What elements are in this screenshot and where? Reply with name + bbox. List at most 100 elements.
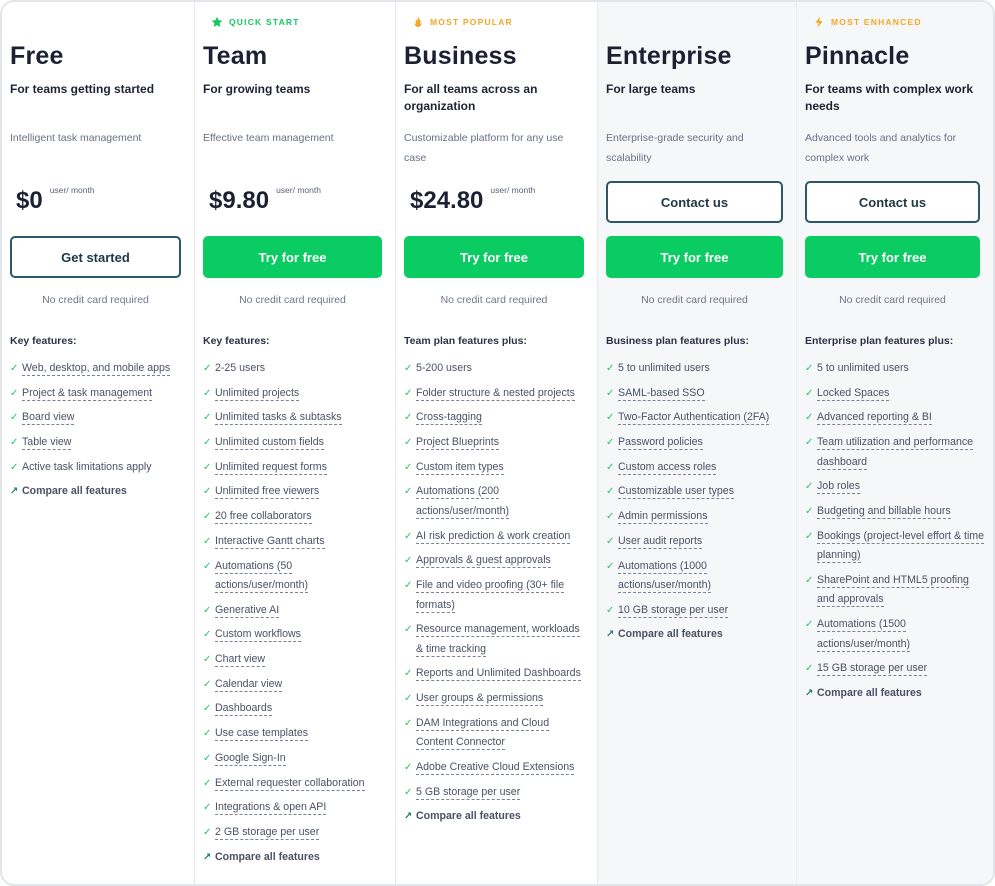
feature-item[interactable]: ✓ Adobe Creative Cloud Extensions	[404, 758, 589, 778]
feature-item[interactable]: ✓ 20 free collaborators	[203, 507, 387, 527]
feature-label[interactable]: Approvals & guest approvals	[416, 554, 551, 569]
feature-label[interactable]: AI risk prediction & work creation	[416, 529, 571, 544]
feature-label[interactable]: Cross-tagging	[416, 411, 482, 426]
feature-item[interactable]: ✓ External requester collaboration	[203, 774, 387, 794]
feature-label[interactable]: File and video proofing (30+ file format…	[416, 579, 565, 613]
feature-item[interactable]: ✓ Resource management, workloads & time t…	[404, 620, 589, 659]
compare-all-features-link[interactable]: ↗ Compare all features	[203, 848, 387, 868]
feature-item[interactable]: ✓ DAM Integrations and Cloud Content Conn…	[404, 714, 589, 753]
feature-label[interactable]: Web, desktop, and mobile apps	[22, 362, 171, 376]
try-for-free-button[interactable]: Try for free	[606, 236, 783, 278]
feature-item[interactable]: ✓ Customizable user types	[606, 482, 788, 502]
feature-label[interactable]: SharePoint and HTML5 proofing and approv…	[817, 573, 969, 608]
feature-label[interactable]: Automations (50 actions/user/month)	[215, 559, 309, 593]
feature-label[interactable]: Customizable user types	[618, 485, 734, 500]
feature-item[interactable]: ✓ Project & task management	[10, 384, 186, 404]
feature-label[interactable]: Project Blueprints	[416, 436, 500, 451]
feature-label[interactable]: Unlimited tasks & subtasks	[215, 411, 342, 426]
feature-item[interactable]: ✓ AI risk prediction & work creation	[404, 527, 589, 547]
feature-item[interactable]: ✓ User audit reports	[606, 532, 788, 552]
contact-us-button[interactable]: Contact us	[805, 181, 980, 223]
feature-label[interactable]: Use case templates	[215, 727, 309, 742]
feature-label[interactable]: Resource management, workloads & time tr…	[416, 623, 580, 657]
feature-item[interactable]: ✓ Budgeting and billable hours	[805, 502, 985, 522]
feature-item[interactable]: ✓ Automations (200 actions/user/month)	[404, 482, 589, 521]
feature-label[interactable]: Unlimited projects	[215, 386, 300, 401]
feature-item[interactable]: ✓ Folder structure & nested projects	[404, 384, 589, 404]
feature-label[interactable]: User groups & permissions	[416, 692, 544, 707]
feature-item[interactable]: ✓ Approvals & guest approvals	[404, 551, 589, 571]
feature-label[interactable]: Admin permissions	[618, 510, 708, 525]
feature-label[interactable]: Interactive Gantt charts	[215, 534, 325, 549]
feature-item[interactable]: ✓ 2 GB storage per user	[203, 823, 387, 843]
feature-item[interactable]: ✓ Calendar view	[203, 675, 387, 695]
feature-label[interactable]: Table view	[22, 436, 72, 451]
feature-label[interactable]: Bookings (project-level effort & time pl…	[817, 529, 985, 564]
contact-us-button[interactable]: Contact us	[606, 181, 783, 223]
feature-item[interactable]: ✓ Chart view	[203, 650, 387, 670]
try-for-free-button[interactable]: Try for free	[404, 236, 584, 278]
feature-item[interactable]: ✓ Unlimited projects	[203, 384, 387, 404]
feature-label[interactable]: DAM Integrations and Cloud Content Conne…	[416, 716, 550, 751]
feature-item[interactable]: ✓ Table view	[10, 433, 186, 453]
feature-label[interactable]: Budgeting and billable hours	[817, 504, 951, 519]
feature-label[interactable]: 10 GB storage per user	[618, 603, 729, 618]
feature-label[interactable]: Job roles	[817, 480, 860, 495]
feature-item[interactable]: ✓ 10 GB storage per user	[606, 601, 788, 621]
feature-item[interactable]: ✓ Unlimited request forms	[203, 458, 387, 478]
feature-item[interactable]: ✓ Project Blueprints	[404, 433, 589, 453]
feature-label[interactable]: 2 GB storage per user	[215, 825, 320, 840]
feature-label[interactable]: 5 GB storage per user	[416, 785, 521, 800]
feature-label[interactable]: 20 free collaborators	[215, 510, 312, 525]
feature-item[interactable]: ✓ Generative AI	[203, 601, 387, 621]
feature-item[interactable]: ✓ Team utilization and performance dashbo…	[805, 433, 985, 472]
feature-label[interactable]: Integrations & open API	[215, 801, 327, 816]
feature-label[interactable]: Unlimited free viewers	[215, 485, 320, 500]
feature-item[interactable]: ✓ Custom access roles	[606, 458, 788, 478]
compare-all-features-link[interactable]: ↗ Compare all features	[805, 684, 985, 704]
feature-item[interactable]: ✓ User groups & permissions	[404, 689, 589, 709]
feature-label[interactable]: Team utilization and performance dashboa…	[817, 436, 974, 470]
feature-item[interactable]: ✓ Advanced reporting & BI	[805, 408, 985, 428]
feature-label[interactable]: Password policies	[618, 436, 703, 451]
feature-item[interactable]: ✓ 5 GB storage per user	[404, 783, 589, 803]
feature-item[interactable]: ✓ Dashboards	[203, 699, 387, 719]
feature-item[interactable]: ✓ Web, desktop, and mobile apps	[10, 359, 186, 379]
feature-label[interactable]: Unlimited request forms	[215, 460, 327, 475]
feature-item[interactable]: ✓ Job roles	[805, 477, 985, 497]
feature-label[interactable]: Folder structure & nested projects	[416, 386, 575, 401]
feature-label[interactable]: Chart view	[215, 653, 266, 668]
feature-label[interactable]: Google Sign-In	[215, 751, 286, 766]
compare-all-features-link[interactable]: ↗ Compare all features	[606, 625, 788, 645]
compare-all-features-link[interactable]: ↗ Compare all features	[10, 482, 186, 502]
feature-item[interactable]: ✓ Board view	[10, 408, 186, 428]
feature-item[interactable]: ✓ SAML-based SSO	[606, 384, 788, 404]
feature-label[interactable]: Automations (1000 actions/user/month)	[618, 559, 712, 593]
feature-item[interactable]: ✓ Interactive Gantt charts	[203, 532, 387, 552]
feature-item[interactable]: ✓ Unlimited tasks & subtasks	[203, 408, 387, 428]
feature-label[interactable]: Calendar view	[215, 677, 283, 692]
feature-label[interactable]: Custom access roles	[618, 460, 717, 475]
feature-item[interactable]: ✓ Two-Factor Authentication (2FA)	[606, 408, 788, 428]
feature-item[interactable]: ✓ 15 GB storage per user	[805, 659, 985, 679]
feature-item[interactable]: ✓ Cross-tagging	[404, 408, 589, 428]
feature-item[interactable]: ✓ Reports and Unlimited Dashboards	[404, 664, 589, 684]
try-for-free-button[interactable]: Try for free	[805, 236, 980, 278]
feature-label[interactable]: Automations (1500 actions/user/month)	[817, 618, 911, 652]
feature-label[interactable]: SAML-based SSO	[618, 386, 705, 401]
feature-item[interactable]: ✓ File and video proofing (30+ file forma…	[404, 576, 589, 615]
compare-all-features-link[interactable]: ↗ Compare all features	[404, 807, 589, 827]
feature-item[interactable]: ✓ Custom workflows	[203, 625, 387, 645]
feature-label[interactable]: Unlimited custom fields	[215, 436, 324, 451]
feature-label[interactable]: Generative AI	[215, 603, 280, 618]
feature-label[interactable]: Adobe Creative Cloud Extensions	[416, 760, 575, 775]
feature-item[interactable]: ✓ Google Sign-In	[203, 749, 387, 769]
try-for-free-button[interactable]: Try for free	[203, 236, 382, 278]
feature-label[interactable]: External requester collaboration	[215, 776, 365, 791]
feature-item[interactable]: ✓ Password policies	[606, 433, 788, 453]
feature-item[interactable]: ✓ Unlimited custom fields	[203, 433, 387, 453]
feature-item[interactable]: ✓ Bookings (project-level effort & time p…	[805, 527, 985, 566]
feature-item[interactable]: ✓ Unlimited free viewers	[203, 482, 387, 502]
feature-label[interactable]: Project & task management	[22, 386, 153, 401]
feature-label[interactable]: Locked Spaces	[817, 386, 890, 401]
